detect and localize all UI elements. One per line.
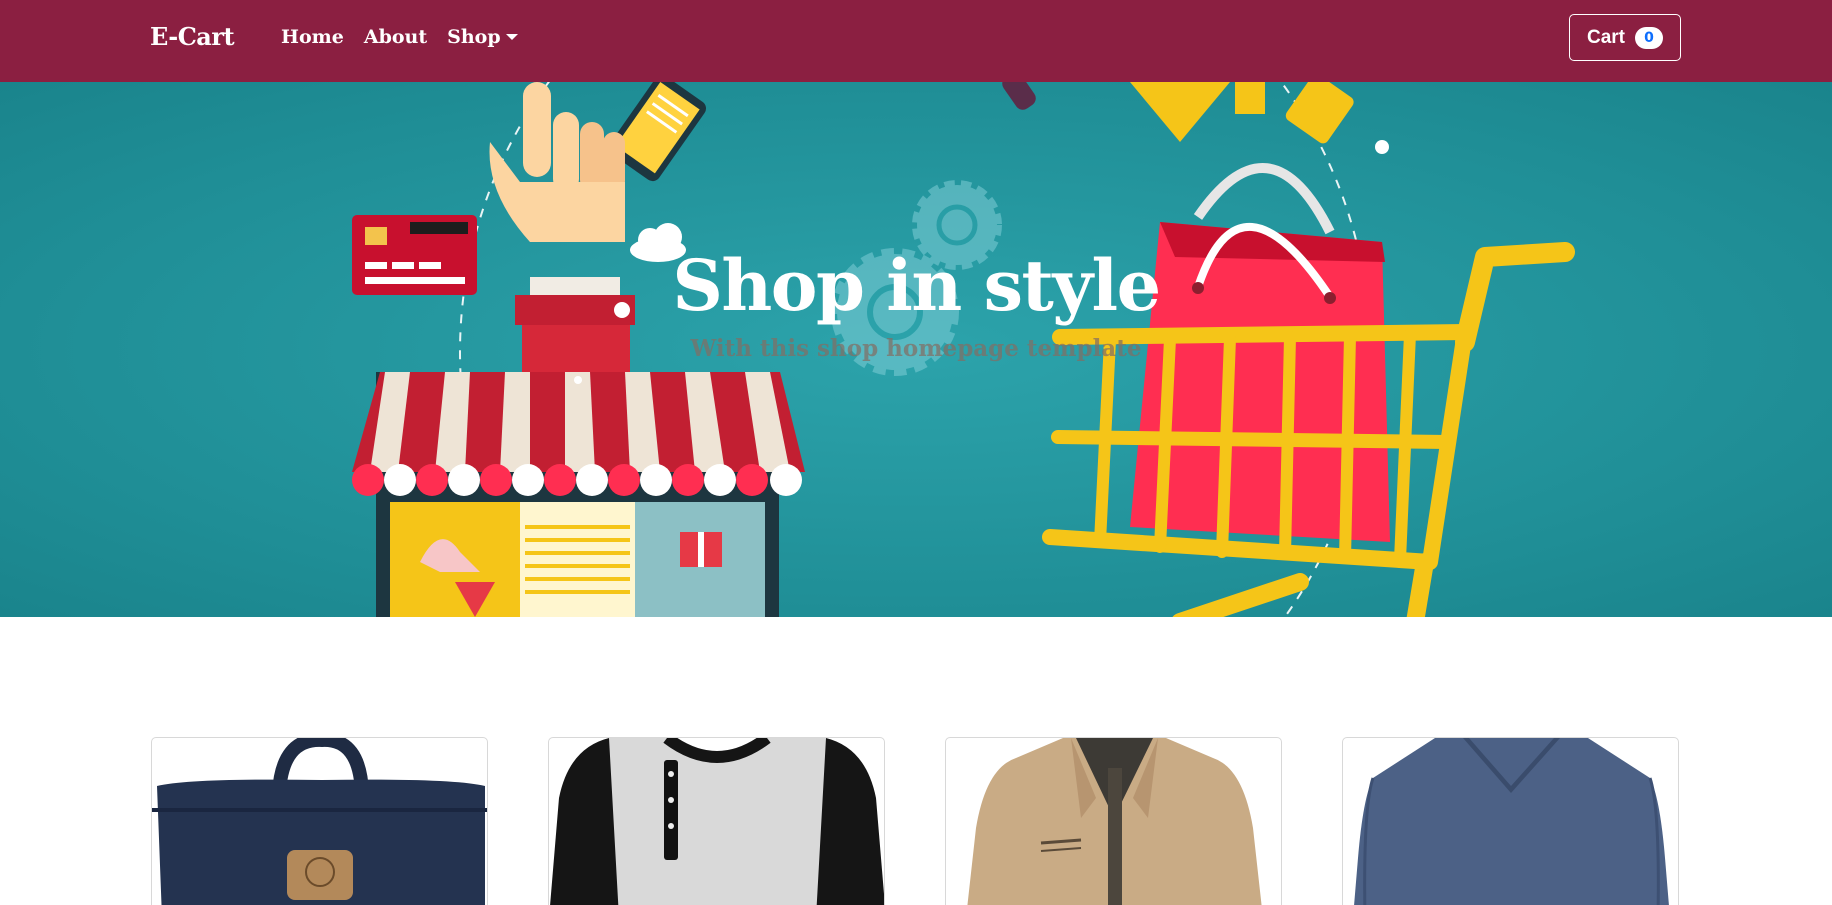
cart-count-badge: 0 xyxy=(1635,26,1663,49)
hero-title: Shop in style xyxy=(672,244,1161,327)
brand-logo[interactable]: E-Cart xyxy=(150,22,235,51)
product-card[interactable] xyxy=(151,737,488,905)
nav-shop-dropdown[interactable]: Shop xyxy=(447,26,518,48)
henley-shirt-image xyxy=(550,738,884,905)
nav-about-link[interactable]: About xyxy=(364,26,427,48)
backpack-image xyxy=(152,738,487,905)
nav-home-link[interactable]: Home xyxy=(281,26,344,48)
top-navbar: E-Cart Home About Shop Cart 0 xyxy=(0,0,1832,82)
price-tag-icon xyxy=(1285,82,1354,144)
cart-button[interactable]: Cart 0 xyxy=(1569,14,1681,61)
pen-icon xyxy=(1002,82,1036,110)
dot-icon xyxy=(1375,140,1389,154)
cart-label: Cart xyxy=(1586,26,1625,48)
jacket-image xyxy=(967,738,1262,905)
nav-shop-label: Shop xyxy=(447,26,501,48)
nav-links: Home About Shop xyxy=(281,26,518,48)
storefront-icon xyxy=(352,372,805,617)
box-icon xyxy=(1235,82,1265,114)
gift-tag-icon xyxy=(1130,82,1230,142)
product-card[interactable] xyxy=(945,737,1282,905)
hero-subtitle: With this shop homepage template xyxy=(690,335,1142,362)
sweater-image xyxy=(1354,738,1669,905)
product-grid xyxy=(151,737,1679,905)
hand-icon xyxy=(489,82,635,375)
product-card[interactable] xyxy=(548,737,885,905)
hero-banner: Shop in style With this shop homepage te… xyxy=(0,82,1832,617)
caret-down-icon xyxy=(505,34,518,40)
product-card[interactable] xyxy=(1342,737,1679,905)
